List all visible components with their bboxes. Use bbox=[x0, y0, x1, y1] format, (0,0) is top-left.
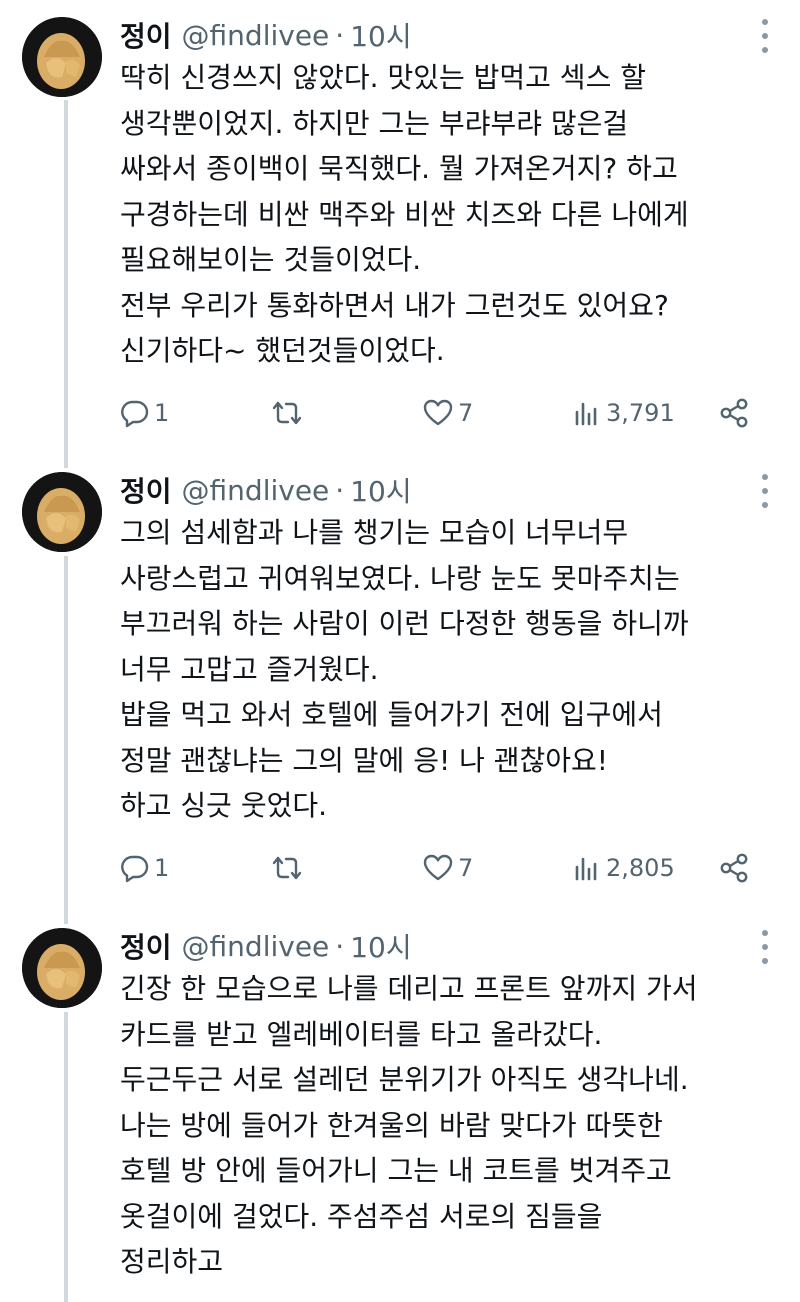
text-line: 정말 괜찮냐는 그의 말에 응! 나 괜찮아요! bbox=[120, 743, 609, 777]
tweet[interactable]: 정이 @findlivee · 10시 긴장 한 모습으로 나를 데리고 프론트… bbox=[0, 926, 800, 1302]
view-count: 2,805 bbox=[606, 854, 675, 882]
display-name[interactable]: 정이 bbox=[120, 470, 172, 510]
views-icon bbox=[575, 402, 597, 426]
text-line: 그의 섬세함과 나를 챙기는 모습이 너무너무 bbox=[120, 516, 629, 549]
share-icon bbox=[720, 398, 748, 428]
tweet[interactable]: 정이 @findlivee · 10시 딱히 신경쓰지 않았다. 맛있는 밥먹고… bbox=[0, 15, 800, 455]
like-button[interactable]: 7 bbox=[422, 848, 473, 888]
text-line: 구경하는데 비싼 맥주와 비싼 치즈와 다른 나에게 bbox=[120, 197, 689, 231]
text-line: 전부 우리가 통화하면서 내가 그런것도 있어요? bbox=[120, 288, 669, 322]
text-line: 부끄러워 하는 사람이 이런 다정한 행동을 하니까 bbox=[120, 607, 689, 640]
text-line: 사랑스럽고 귀여워보였다. 나랑 눈도 못마주치는 bbox=[120, 561, 680, 595]
text-line: 신기하다~ 했던것들이었다. bbox=[120, 334, 445, 367]
action-bar: 1 7 3,791 bbox=[120, 393, 760, 433]
reply-icon bbox=[121, 400, 149, 428]
retweet-button[interactable] bbox=[270, 848, 304, 888]
tweet-header: 정이 @findlivee · 10시 bbox=[120, 15, 412, 55]
action-bar: 1 7 2,805 bbox=[120, 848, 760, 888]
text-line: 카드를 받고 엘레베이터를 타고 올라갔다. bbox=[120, 1017, 603, 1051]
avatar[interactable] bbox=[22, 17, 102, 97]
reply-button[interactable]: 1 bbox=[120, 848, 169, 888]
views-button[interactable]: 2,805 bbox=[572, 848, 675, 888]
reply-count: 1 bbox=[154, 399, 170, 427]
reply-count: 1 bbox=[154, 854, 170, 882]
text-line: 긴장 한 모습으로 나를 데리고 프론트 앞까지 가서 bbox=[120, 972, 698, 1005]
view-count: 3,791 bbox=[606, 399, 675, 427]
tweet-text: 긴장 한 모습으로 나를 데리고 프론트 앞까지 가서 카드를 받고 엘레베이터… bbox=[120, 966, 780, 1285]
text-line: 딱히 신경쓰지 않았다. 맛있는 밥먹고 섹스 할 bbox=[120, 61, 646, 94]
text-line: 너무 고맙고 즐거웠다. bbox=[120, 652, 379, 686]
tweet-text: 딱히 신경쓰지 않았다. 맛있는 밥먹고 섹스 할 생각뿐이었지. 하지만 그는… bbox=[120, 55, 780, 374]
share-button[interactable] bbox=[718, 848, 750, 888]
reply-icon bbox=[121, 855, 149, 883]
more-icon[interactable] bbox=[760, 19, 770, 53]
like-button[interactable]: 7 bbox=[422, 393, 473, 433]
heart-icon bbox=[423, 854, 453, 881]
tweet-header: 정이 @findlivee · 10시 bbox=[120, 470, 412, 510]
text-line: 하고 싱긋 웃었다. bbox=[120, 789, 328, 822]
avatar[interactable] bbox=[22, 472, 102, 552]
text-line: 호텔 방 안에 들어가니 그는 내 코트를 벗겨주고 bbox=[120, 1154, 672, 1187]
separator-dot: · bbox=[335, 18, 345, 52]
like-count: 7 bbox=[458, 399, 474, 427]
retweet-icon bbox=[272, 401, 302, 425]
views-icon bbox=[575, 857, 597, 881]
share-button[interactable] bbox=[718, 393, 750, 433]
tweet-text: 그의 섬세함과 나를 챙기는 모습이 너무너무 사랑스럽고 귀여워보였다. 나랑… bbox=[120, 510, 780, 829]
views-button[interactable]: 3,791 bbox=[572, 393, 675, 433]
user-handle[interactable]: @findlivee bbox=[182, 19, 330, 52]
reply-button[interactable]: 1 bbox=[120, 393, 169, 433]
separator-dot: · bbox=[335, 929, 345, 963]
text-line: 생각뿐이었지. 하지만 그는 부랴부랴 많은걸 bbox=[120, 106, 629, 140]
text-line: 싸와서 종이백이 묵직했다. 뭘 가져온거지? 하고 bbox=[120, 152, 678, 185]
timestamp[interactable]: 10시 bbox=[350, 926, 411, 966]
timestamp[interactable]: 10시 bbox=[350, 470, 411, 510]
user-handle[interactable]: @findlivee bbox=[182, 930, 330, 963]
share-icon bbox=[720, 853, 748, 883]
avatar[interactable] bbox=[22, 928, 102, 1008]
display-name[interactable]: 정이 bbox=[120, 15, 172, 55]
more-icon[interactable] bbox=[760, 474, 770, 508]
text-line: 옷걸이에 걸었다. 주섬주섬 서로의 짐들을 bbox=[120, 1199, 603, 1233]
tweet[interactable]: 정이 @findlivee · 10시 그의 섬세함과 나를 챙기는 모습이 너… bbox=[0, 470, 800, 910]
text-line: 정리하고 bbox=[120, 1245, 224, 1278]
timestamp[interactable]: 10시 bbox=[350, 15, 411, 55]
tweet-header: 정이 @findlivee · 10시 bbox=[120, 926, 412, 966]
text-line: 나는 방에 들어가 한겨울의 바람 맞다가 따뜻한 bbox=[120, 1108, 663, 1142]
text-line: 두근두근 서로 설레던 분위기가 아직도 생각나네. bbox=[120, 1063, 689, 1096]
text-line: 필요해보이는 것들이었다. bbox=[120, 243, 422, 276]
separator-dot: · bbox=[335, 473, 345, 507]
display-name[interactable]: 정이 bbox=[120, 926, 172, 966]
heart-icon bbox=[423, 399, 453, 426]
more-icon[interactable] bbox=[760, 930, 770, 964]
retweet-icon bbox=[272, 856, 302, 880]
like-count: 7 bbox=[458, 854, 474, 882]
text-line: 밥을 먹고 와서 호텔에 들어가기 전에 입구에서 bbox=[120, 698, 663, 731]
retweet-button[interactable] bbox=[270, 393, 304, 433]
user-handle[interactable]: @findlivee bbox=[182, 474, 330, 507]
